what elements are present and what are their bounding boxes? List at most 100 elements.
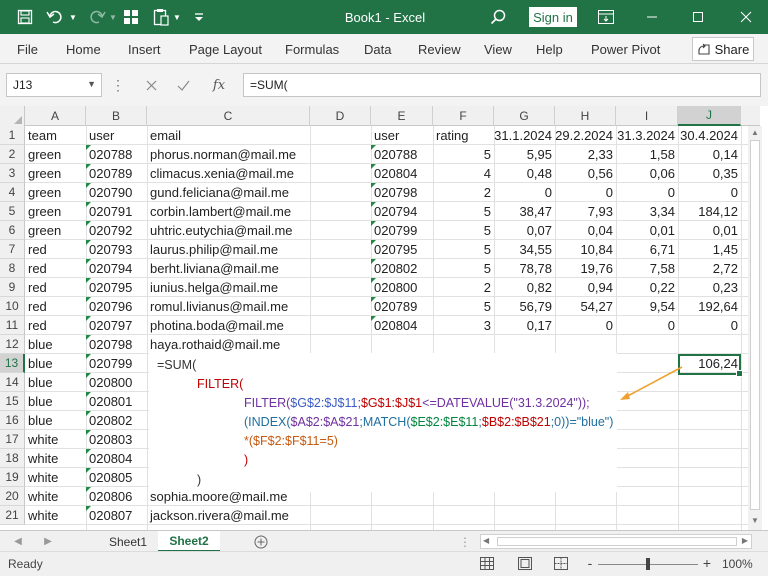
column-header-i[interactable]: I xyxy=(616,106,678,126)
cell-a9[interactable]: red xyxy=(25,278,86,297)
cell-b10[interactable]: 020796 xyxy=(86,297,147,316)
tab-review[interactable]: Review xyxy=(418,34,461,64)
row-header[interactable]: 21 xyxy=(0,506,25,525)
cell-b9[interactable]: 020795 xyxy=(86,278,147,297)
column-header-b[interactable]: B xyxy=(86,106,147,126)
cell-i1[interactable]: 31.3.2024 xyxy=(616,126,678,145)
column-header-e[interactable]: E xyxy=(371,106,433,126)
tab-home[interactable]: Home xyxy=(66,34,101,64)
cell-b16[interactable]: 020802 xyxy=(86,411,147,430)
cell-b19[interactable]: 020805 xyxy=(86,468,147,487)
cell-f2[interactable]: 5 xyxy=(433,145,494,164)
cell-b15[interactable]: 020801 xyxy=(86,392,147,411)
scroll-up-icon[interactable]: ▲ xyxy=(751,128,759,137)
vertical-scrollbar[interactable]: ▲ ▼ xyxy=(748,126,762,530)
redo-dropdown-icon[interactable]: ▼ xyxy=(108,0,118,34)
row-header[interactable]: 7 xyxy=(0,240,25,259)
cell-j3[interactable]: 0,35 xyxy=(678,164,741,183)
paste-dropdown-icon[interactable]: ▼ xyxy=(172,0,182,34)
maximize-icon[interactable] xyxy=(686,0,710,34)
cell-a18[interactable]: white xyxy=(25,449,86,468)
cell-g4[interactable]: 0 xyxy=(494,183,555,202)
cell-i11[interactable]: 0 xyxy=(616,316,678,335)
cell-b7[interactable]: 020793 xyxy=(86,240,147,259)
row-header[interactable]: 19 xyxy=(0,468,25,487)
cell-h7[interactable]: 10,84 xyxy=(555,240,616,259)
zoom-slider-thumb[interactable] xyxy=(646,558,650,570)
cell-f5[interactable]: 5 xyxy=(433,202,494,221)
scroll-down-icon[interactable]: ▼ xyxy=(751,516,759,525)
cell-j7[interactable]: 1,45 xyxy=(678,240,741,259)
cell-g7[interactable]: 34,55 xyxy=(494,240,555,259)
cell-a8[interactable]: red xyxy=(25,259,86,278)
row-header[interactable]: 6 xyxy=(0,221,25,240)
cell-c9[interactable]: iunius.helga@mail.me xyxy=(147,278,310,297)
search-icon[interactable] xyxy=(486,0,510,34)
cell-b4[interactable]: 020790 xyxy=(86,183,147,202)
redo-icon[interactable] xyxy=(86,0,108,34)
cell-g11[interactable]: 0,17 xyxy=(494,316,555,335)
cell-i8[interactable]: 7,58 xyxy=(616,259,678,278)
paste-icon[interactable] xyxy=(150,0,172,34)
cell-a6[interactable]: green xyxy=(25,221,86,240)
cell-j5[interactable]: 184,12 xyxy=(678,202,741,221)
cell-f1[interactable]: rating xyxy=(433,126,494,145)
column-header-a[interactable]: A xyxy=(25,106,86,126)
cell-g10[interactable]: 56,79 xyxy=(494,297,555,316)
cell-j2[interactable]: 0,14 xyxy=(678,145,741,164)
cell-a20[interactable]: white xyxy=(25,487,86,506)
cell-f11[interactable]: 3 xyxy=(433,316,494,335)
row-header[interactable]: 2 xyxy=(0,145,25,164)
cell-a13[interactable]: blue xyxy=(25,354,86,373)
cell-c1[interactable]: email xyxy=(147,126,310,145)
table-icon[interactable] xyxy=(120,0,142,34)
cell-e11[interactable]: 020804 xyxy=(371,316,433,335)
enter-icon[interactable] xyxy=(172,73,194,97)
cell-h3[interactable]: 0,56 xyxy=(555,164,616,183)
customize-icon[interactable] xyxy=(190,0,208,34)
row-header[interactable]: 5 xyxy=(0,202,25,221)
cell-f4[interactable]: 2 xyxy=(433,183,494,202)
cell-c12[interactable]: haya.rothaid@mail.me xyxy=(147,335,310,354)
row-header[interactable]: 1 xyxy=(0,126,25,145)
cell-e5[interactable]: 020794 xyxy=(371,202,433,221)
cell-a19[interactable]: white xyxy=(25,468,86,487)
formula-input[interactable]: =SUM( xyxy=(243,73,761,97)
cell-e4[interactable]: 020798 xyxy=(371,183,433,202)
cell-a4[interactable]: green xyxy=(25,183,86,202)
column-header-h[interactable]: H xyxy=(555,106,616,126)
tab-help[interactable]: Help xyxy=(536,34,563,64)
cell-i4[interactable]: 0 xyxy=(616,183,678,202)
cell-e10[interactable]: 020789 xyxy=(371,297,433,316)
row-header[interactable]: 17 xyxy=(0,430,25,449)
cell-b17[interactable]: 020803 xyxy=(86,430,147,449)
row-header[interactable]: 13 xyxy=(0,354,25,373)
sheet-tab-sheet2[interactable]: Sheet2 xyxy=(158,531,220,552)
horizontal-scrollbar[interactable]: ◀ ▶ xyxy=(480,534,752,549)
cell-e2[interactable]: 020788 xyxy=(371,145,433,164)
share-button[interactable]: Share xyxy=(692,37,754,61)
cell-j8[interactable]: 2,72 xyxy=(678,259,741,278)
cell-b11[interactable]: 020797 xyxy=(86,316,147,335)
cell-e1[interactable]: user xyxy=(371,126,433,145)
cell-h4[interactable]: 0 xyxy=(555,183,616,202)
next-sheet-icon[interactable]: ▶ xyxy=(40,531,56,552)
cell-a14[interactable]: blue xyxy=(25,373,86,392)
cell-f10[interactable]: 5 xyxy=(433,297,494,316)
more-options-icon[interactable]: ⋮ xyxy=(111,73,125,97)
cell-f6[interactable]: 5 xyxy=(433,221,494,240)
row-header[interactable]: 10 xyxy=(0,297,25,316)
ribbon-display-icon[interactable] xyxy=(594,0,618,34)
tab-split-handle[interactable]: ⋮ xyxy=(459,531,471,552)
cell-a21[interactable]: white xyxy=(25,506,86,525)
cell-b2[interactable]: 020788 xyxy=(86,145,147,164)
column-header-d[interactable]: D xyxy=(310,106,371,126)
cell-i2[interactable]: 1,58 xyxy=(616,145,678,164)
insert-function-icon[interactable]: fx xyxy=(207,73,231,97)
close-icon[interactable] xyxy=(734,0,758,34)
page-layout-view-icon[interactable] xyxy=(518,557,532,573)
add-sheet-button[interactable] xyxy=(251,531,271,552)
cell-f7[interactable]: 5 xyxy=(433,240,494,259)
cell-h10[interactable]: 54,27 xyxy=(555,297,616,316)
cell-b18[interactable]: 020804 xyxy=(86,449,147,468)
